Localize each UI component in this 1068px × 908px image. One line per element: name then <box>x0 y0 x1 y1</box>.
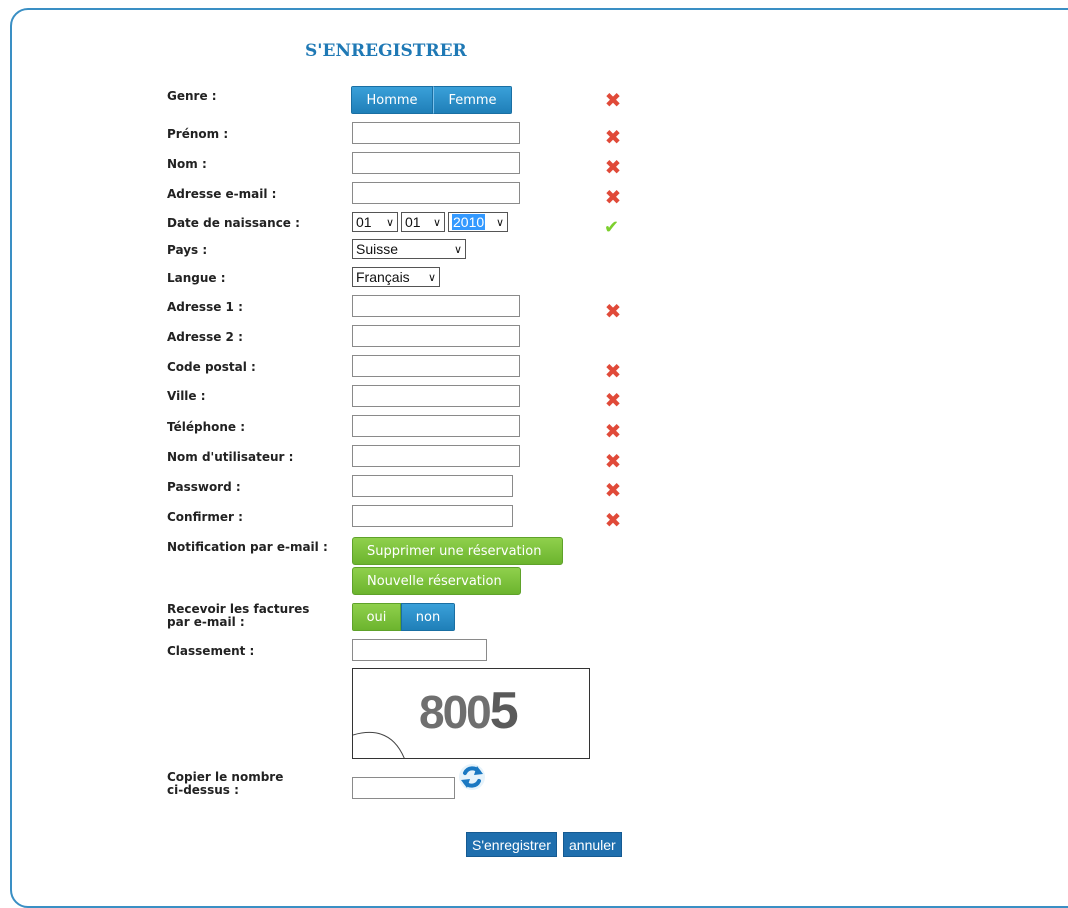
captcha-digits: 8005 <box>419 681 519 741</box>
chevron-down-icon: ∨ <box>453 244 462 256</box>
langue-value: Français <box>356 269 410 285</box>
error-telephone-icon: ✖ <box>604 419 622 443</box>
genre-homme-button[interactable]: Homme <box>351 86 433 114</box>
label-pays: Pays : <box>167 243 208 257</box>
label-ville: Ville : <box>167 389 206 403</box>
ok-naissance-checkmark-icon: ✔ <box>604 217 620 238</box>
chevron-down-icon: ∨ <box>385 217 394 229</box>
chevron-down-icon: ∨ <box>432 217 441 229</box>
error-code-postal-icon: ✖ <box>604 359 622 383</box>
adresse1-input[interactable] <box>352 295 520 317</box>
factures-oui-button[interactable]: oui <box>352 603 401 631</box>
cancel-button[interactable]: annuler <box>563 832 622 857</box>
label-factures-line2: par e-mail : <box>167 615 245 629</box>
captcha-image: 8005 <box>352 668 590 759</box>
refresh-icon[interactable] <box>457 762 487 792</box>
error-nom-icon: ✖ <box>604 155 622 179</box>
day-select[interactable]: 01 ∨ <box>352 212 398 232</box>
genre-toggle: Homme Femme <box>351 86 512 114</box>
notif-nouvelle-button[interactable]: Nouvelle réservation <box>352 567 521 595</box>
month-select[interactable]: 01 ∨ <box>401 212 445 232</box>
pays-value: Suisse <box>356 241 399 257</box>
label-telephone: Téléphone : <box>167 420 246 434</box>
error-genre-icon: ✖ <box>604 88 622 112</box>
label-classement: Classement : <box>167 644 255 658</box>
year-select[interactable]: 2010 ∨ <box>448 212 508 232</box>
error-prenom-icon: ✖ <box>604 125 622 149</box>
error-username-icon: ✖ <box>604 449 622 473</box>
label-code-postal: Code postal : <box>167 360 256 374</box>
ville-input[interactable] <box>352 385 520 407</box>
factures-non-button[interactable]: non <box>401 603 455 631</box>
label-notification: Notification par e-mail : <box>167 540 328 554</box>
label-genre: Genre : <box>167 89 217 103</box>
captcha-input[interactable] <box>352 777 455 799</box>
label-password: Password : <box>167 480 241 494</box>
label-confirmer: Confirmer : <box>167 510 243 524</box>
email-input[interactable] <box>352 182 520 204</box>
telephone-input[interactable] <box>352 415 520 437</box>
captcha-digits-part: 5 <box>489 682 519 740</box>
label-nom: Nom : <box>167 157 207 171</box>
captcha-digits-part: 0 <box>466 686 492 738</box>
pays-select[interactable]: Suisse ∨ <box>352 239 466 259</box>
page-title: S'ENREGISTRER <box>305 41 467 61</box>
langue-select[interactable]: Français ∨ <box>352 267 440 287</box>
genre-femme-button[interactable]: Femme <box>433 86 512 114</box>
adresse2-input[interactable] <box>352 325 520 347</box>
label-naissance: Date de naissance : <box>167 216 300 230</box>
label-adresse1: Adresse 1 : <box>167 300 243 314</box>
year-value: 2010 <box>452 214 486 230</box>
error-adresse1-icon: ✖ <box>604 299 622 323</box>
label-email: Adresse e-mail : <box>167 187 277 201</box>
submit-button[interactable]: S'enregistrer <box>466 832 557 857</box>
chevron-down-icon: ∨ <box>495 217 504 229</box>
label-utilisateur: Nom d'utilisateur : <box>167 450 294 464</box>
label-adresse2: Adresse 2 : <box>167 330 243 344</box>
error-ville-icon: ✖ <box>604 388 622 412</box>
captcha-digits-part: 80 <box>419 686 468 738</box>
prenom-input[interactable] <box>352 122 520 144</box>
factures-toggle: oui non <box>352 603 455 631</box>
username-input[interactable] <box>352 445 520 467</box>
error-password-icon: ✖ <box>604 478 622 502</box>
label-langue: Langue : <box>167 271 226 285</box>
label-prenom: Prénom : <box>167 127 229 141</box>
error-email-icon: ✖ <box>604 185 622 209</box>
label-copier-line2: ci-dessus : <box>167 783 239 797</box>
chevron-down-icon: ∨ <box>427 272 436 284</box>
confirm-password-input[interactable] <box>352 505 513 527</box>
day-value: 01 <box>356 214 372 230</box>
password-input[interactable] <box>352 475 513 497</box>
month-value: 01 <box>405 214 421 230</box>
classement-input[interactable] <box>352 639 487 661</box>
notif-supprimer-button[interactable]: Supprimer une réservation <box>352 537 563 565</box>
nom-input[interactable] <box>352 152 520 174</box>
code-postal-input[interactable] <box>352 355 520 377</box>
error-confirmer-icon: ✖ <box>604 508 622 532</box>
